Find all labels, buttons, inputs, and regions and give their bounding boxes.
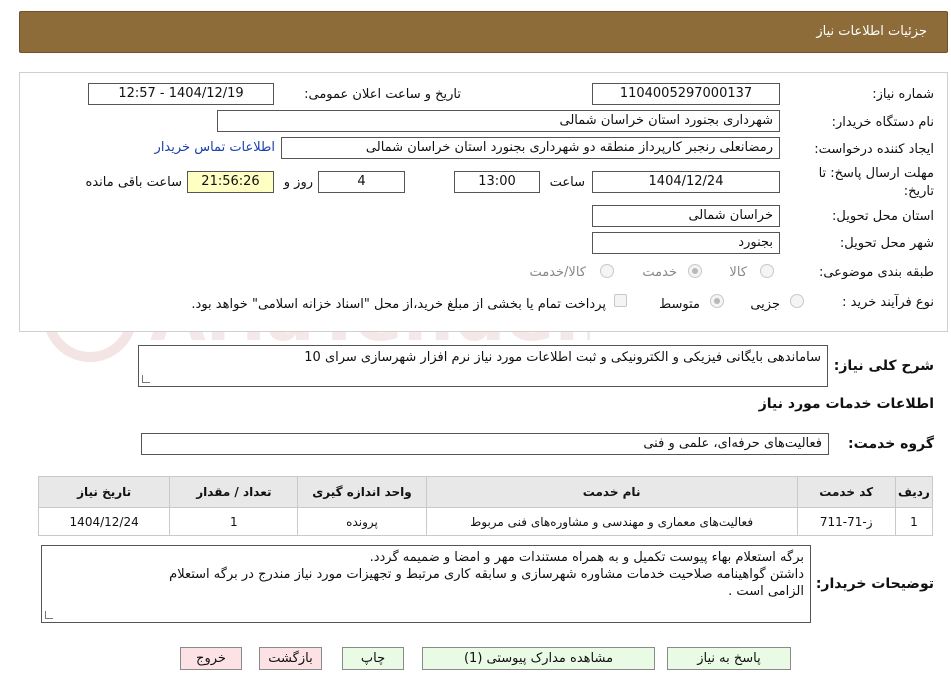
days-field: 4 bbox=[318, 171, 405, 193]
deadline-time-field: 13:00 bbox=[454, 171, 540, 193]
payment-note: پرداخت تمام یا بخشی از مبلغ خرید،از محل … bbox=[191, 297, 606, 312]
col-header-service-name: نام خدمت bbox=[425, 476, 798, 508]
category-option-goods-service: کالا/خدمت bbox=[529, 265, 586, 280]
table-row: 1 ز-71-711 فعالیت‌های معماری و مهندسی و … bbox=[37, 507, 934, 536]
col-header-service-code: کد خدمت bbox=[796, 476, 896, 508]
col-header-row-number: ردیف bbox=[894, 476, 934, 508]
category-label: طبقه بندی موضوعی: bbox=[818, 265, 934, 280]
province-label: استان محل تحویل: bbox=[832, 209, 934, 224]
buyer-notes-line: الزامی است . bbox=[728, 584, 804, 599]
buyer-notes-line: برگه استعلام بهاء پیوست تکمیل و به همراه… bbox=[369, 550, 804, 565]
col-header-need-date: تاریخ نیاز bbox=[37, 476, 171, 508]
description-textarea[interactable]: ساماندهی بایگانی فیزیکی و الکترونیکی و ث… bbox=[138, 345, 828, 387]
remaining-label: ساعت باقی مانده bbox=[85, 175, 182, 190]
city-label: شهر محل تحویل: bbox=[839, 236, 934, 251]
process-label: نوع فرآیند خرید : bbox=[842, 295, 934, 310]
category-option-service: خدمت bbox=[642, 265, 677, 280]
announce-field: 1404/12/19 - 12:57 bbox=[88, 83, 274, 105]
deadline-label: مهلت ارسال پاسخ: تا bbox=[818, 166, 934, 181]
page-header: جزئیات اطلاعات نیاز bbox=[19, 11, 948, 53]
deadline-date-field: 1404/12/24 bbox=[592, 171, 780, 193]
category-radio-service[interactable] bbox=[688, 264, 702, 278]
remaining-time-field: 21:56:26 bbox=[187, 171, 274, 193]
description-text: ساماندهی بایگانی فیزیکی و الکترونیکی و ث… bbox=[304, 350, 821, 365]
col-header-quantity: تعداد / مقدار bbox=[169, 476, 299, 508]
cell-row-number: 1 bbox=[894, 507, 934, 536]
creator-label: ایجاد کننده درخواست: bbox=[814, 142, 934, 157]
page-title: جزئیات اطلاعات نیاز bbox=[816, 24, 927, 39]
services-table: ردیف کد خدمت نام خدمت واحد اندازه گیری ت… bbox=[37, 476, 934, 536]
exit-button[interactable]: خروج bbox=[180, 647, 242, 670]
creator-field: رمضانعلی رنجبر کارپرداز منطقه دو شهرداری… bbox=[281, 137, 780, 159]
buyer-org-label: نام دستگاه خریدار: bbox=[831, 115, 934, 130]
table-header-row: ردیف کد خدمت نام خدمت واحد اندازه گیری ت… bbox=[37, 476, 934, 508]
resize-handle-icon[interactable] bbox=[142, 375, 150, 383]
days-label: روز و bbox=[283, 175, 313, 190]
cell-service-code: ز-71-711 bbox=[796, 507, 896, 536]
category-radio-goods-service[interactable] bbox=[600, 264, 614, 278]
province-field: خراسان شمالی bbox=[592, 205, 780, 227]
col-header-unit: واحد اندازه گیری bbox=[297, 476, 427, 508]
need-number-label: شماره نیاز: bbox=[872, 87, 934, 102]
announce-label: تاریخ و ساعت اعلان عمومی: bbox=[304, 87, 461, 102]
reply-button[interactable]: پاسخ به نیاز bbox=[667, 647, 791, 670]
category-radio-goods[interactable] bbox=[760, 264, 774, 278]
treasury-checkbox[interactable] bbox=[614, 294, 627, 307]
service-group-field: فعالیت‌های حرفه‌ای، علمی و فنی bbox=[141, 433, 829, 455]
buyer-notes-textarea[interactable]: برگه استعلام بهاء پیوست تکمیل و به همراه… bbox=[41, 545, 811, 623]
resize-handle-icon[interactable] bbox=[45, 611, 53, 619]
cell-quantity: 1 bbox=[169, 507, 299, 536]
buyer-notes-label: توضیحات خریدار: bbox=[815, 576, 934, 592]
process-radio-medium[interactable] bbox=[710, 294, 724, 308]
back-button[interactable]: بازگشت bbox=[259, 647, 322, 670]
process-option-minor: جزیی bbox=[750, 297, 780, 312]
process-option-medium: متوسط bbox=[659, 297, 700, 312]
process-radio-minor[interactable] bbox=[790, 294, 804, 308]
service-group-label: گروه خدمت: bbox=[848, 436, 934, 452]
attachments-button[interactable]: مشاهده مدارک پیوستی (1) bbox=[422, 647, 655, 670]
city-field: بجنورد bbox=[592, 232, 780, 254]
description-label: شرح کلی نیاز: bbox=[833, 358, 934, 374]
buyer-notes-line: داشتن گواهینامه صلاحیت خدمات مشاوره شهرس… bbox=[169, 567, 804, 582]
contact-info-link[interactable]: اطلاعات تماس خریدار bbox=[155, 140, 275, 155]
cell-service-name: فعالیت‌های معماری و مهندسی و مشاوره‌های … bbox=[425, 507, 798, 536]
category-option-goods: کالا bbox=[729, 265, 747, 280]
cell-unit: پرونده bbox=[297, 507, 427, 536]
time-label: ساعت bbox=[549, 175, 585, 190]
cell-need-date: 1404/12/24 bbox=[37, 507, 171, 536]
print-button[interactable]: چاپ bbox=[342, 647, 404, 670]
buyer-org-field: شهرداری بجنورد استان خراسان شمالی bbox=[217, 110, 780, 132]
deadline-label-date: تاریخ: bbox=[903, 184, 934, 199]
services-section-title: اطلاعات خدمات مورد نیاز bbox=[758, 396, 934, 412]
need-number-field: 1104005297000137 bbox=[592, 83, 780, 105]
